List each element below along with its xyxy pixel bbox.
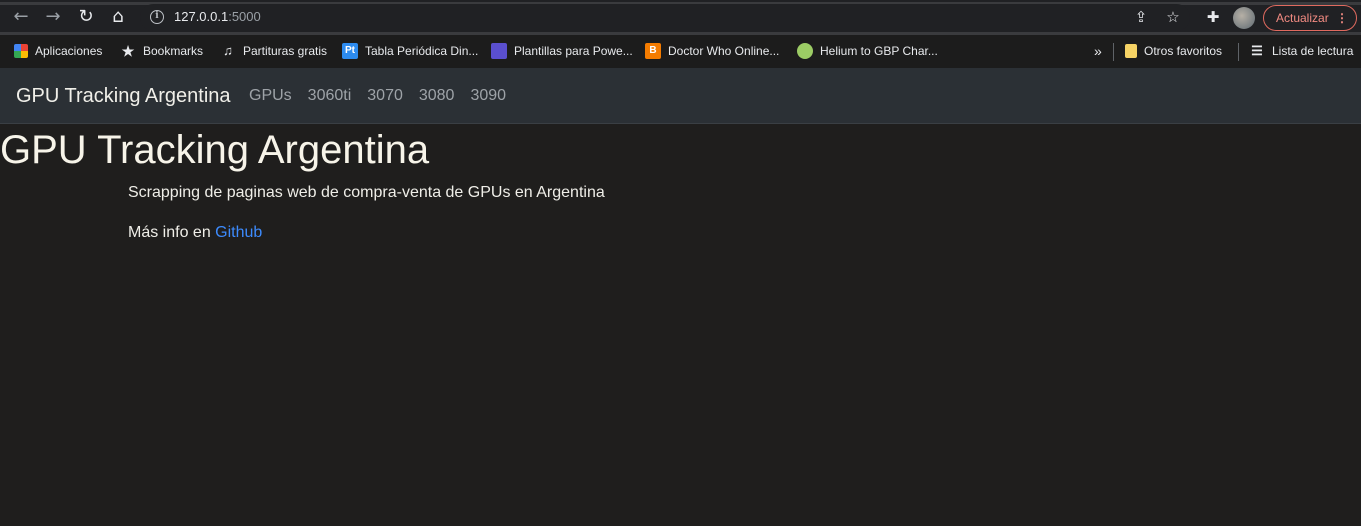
divider bbox=[1238, 43, 1239, 61]
bookmark-label: Partituras gratis bbox=[243, 44, 328, 58]
bookmark-item[interactable]: ♫ Partituras gratis bbox=[220, 41, 327, 61]
apps-grid-icon bbox=[14, 44, 28, 58]
nav-link-3060ti[interactable]: 3060ti bbox=[308, 87, 352, 105]
more-info-prefix: Más info en bbox=[128, 224, 211, 241]
extensions-icon[interactable]: ✚ bbox=[1203, 7, 1223, 27]
reload-icon[interactable]: ↻ bbox=[75, 6, 97, 28]
info-icon[interactable]: i bbox=[150, 10, 164, 24]
bookmark-label: Doctor Who Online... bbox=[668, 44, 780, 58]
bookmark-label: Tabla Periódica Din... bbox=[365, 44, 479, 58]
bookmark-label: Bookmarks bbox=[143, 44, 204, 58]
bookmark-item[interactable]: B Doctor Who Online... bbox=[645, 41, 779, 61]
bookmark-item[interactable]: Plantillas para Powe... bbox=[491, 41, 633, 61]
site-nav-links: GPUs 3060ti 3070 3080 3090 bbox=[249, 87, 506, 105]
pt-icon: Pt bbox=[342, 43, 358, 59]
reading-list[interactable]: ☰ Lista de lectura bbox=[1249, 41, 1353, 61]
page-description: Scrapping de paginas web de compra-venta… bbox=[128, 184, 605, 201]
bookmarks-bar: Aplicaciones ★ Bookmarks ♫ Partituras gr… bbox=[0, 35, 1361, 68]
site-navbar: GPU Tracking Argentina GPUs 3060ti 3070 … bbox=[0, 68, 1361, 124]
bookmark-label: Otros favoritos bbox=[1144, 44, 1223, 58]
divider bbox=[1113, 43, 1114, 61]
github-link[interactable]: Github bbox=[215, 224, 262, 241]
nav-link-3080[interactable]: 3080 bbox=[419, 87, 455, 105]
bookmark-item[interactable]: Pt Tabla Periódica Din... bbox=[342, 41, 478, 61]
folder-icon bbox=[1125, 44, 1137, 58]
star-icon[interactable]: ☆ bbox=[1163, 7, 1183, 27]
site-brand[interactable]: GPU Tracking Argentina bbox=[16, 85, 231, 108]
share-icon[interactable]: ⇪ bbox=[1131, 7, 1151, 27]
slides-icon bbox=[491, 43, 507, 59]
menu-dots-icon[interactable]: ⋮ bbox=[1336, 6, 1348, 30]
music-note-icon: ♫ bbox=[223, 43, 233, 58]
page-title: GPU Tracking Argentina bbox=[0, 128, 430, 172]
bookmark-label: Aplicaciones bbox=[35, 44, 103, 58]
bookmark-label: Plantillas para Powe... bbox=[514, 44, 633, 58]
bookmark-item[interactable]: ★ Bookmarks bbox=[120, 41, 203, 61]
bookmark-label: Helium to GBP Char... bbox=[820, 44, 938, 58]
home-icon[interactable]: ⌂ bbox=[107, 6, 129, 28]
nav-link-3090[interactable]: 3090 bbox=[470, 87, 506, 105]
address-bar[interactable]: i 127.0.0.1:5000 bbox=[140, 4, 1190, 31]
star-icon: ★ bbox=[121, 43, 135, 59]
reading-list-icon: ☰ bbox=[1251, 43, 1263, 58]
nav-link-3070[interactable]: 3070 bbox=[367, 87, 403, 105]
url-text[interactable]: 127.0.0.1:5000 bbox=[174, 9, 261, 24]
browser-toolbar: ← → ↻ ⌂ i 127.0.0.1:5000 ⇪ ☆ ✚ Actualiza… bbox=[0, 0, 1361, 35]
back-icon[interactable]: ← bbox=[10, 6, 32, 28]
avatar[interactable] bbox=[1233, 7, 1255, 29]
bookmark-item[interactable]: Helium to GBP Char... bbox=[797, 41, 938, 61]
coin-icon bbox=[797, 43, 813, 59]
update-button[interactable]: Actualizar ⋮ bbox=[1263, 5, 1357, 31]
bookmark-label: Lista de lectura bbox=[1272, 44, 1354, 58]
more-bookmarks-button[interactable]: » bbox=[1094, 41, 1102, 61]
forward-icon[interactable]: → bbox=[42, 6, 64, 28]
nav-link-gpus[interactable]: GPUs bbox=[249, 87, 292, 105]
bookmark-item[interactable]: Aplicaciones bbox=[14, 41, 102, 61]
other-favorites[interactable]: Otros favoritos bbox=[1125, 41, 1222, 61]
more-info: Más info en Github bbox=[128, 224, 262, 242]
blogger-icon: B bbox=[645, 43, 661, 59]
